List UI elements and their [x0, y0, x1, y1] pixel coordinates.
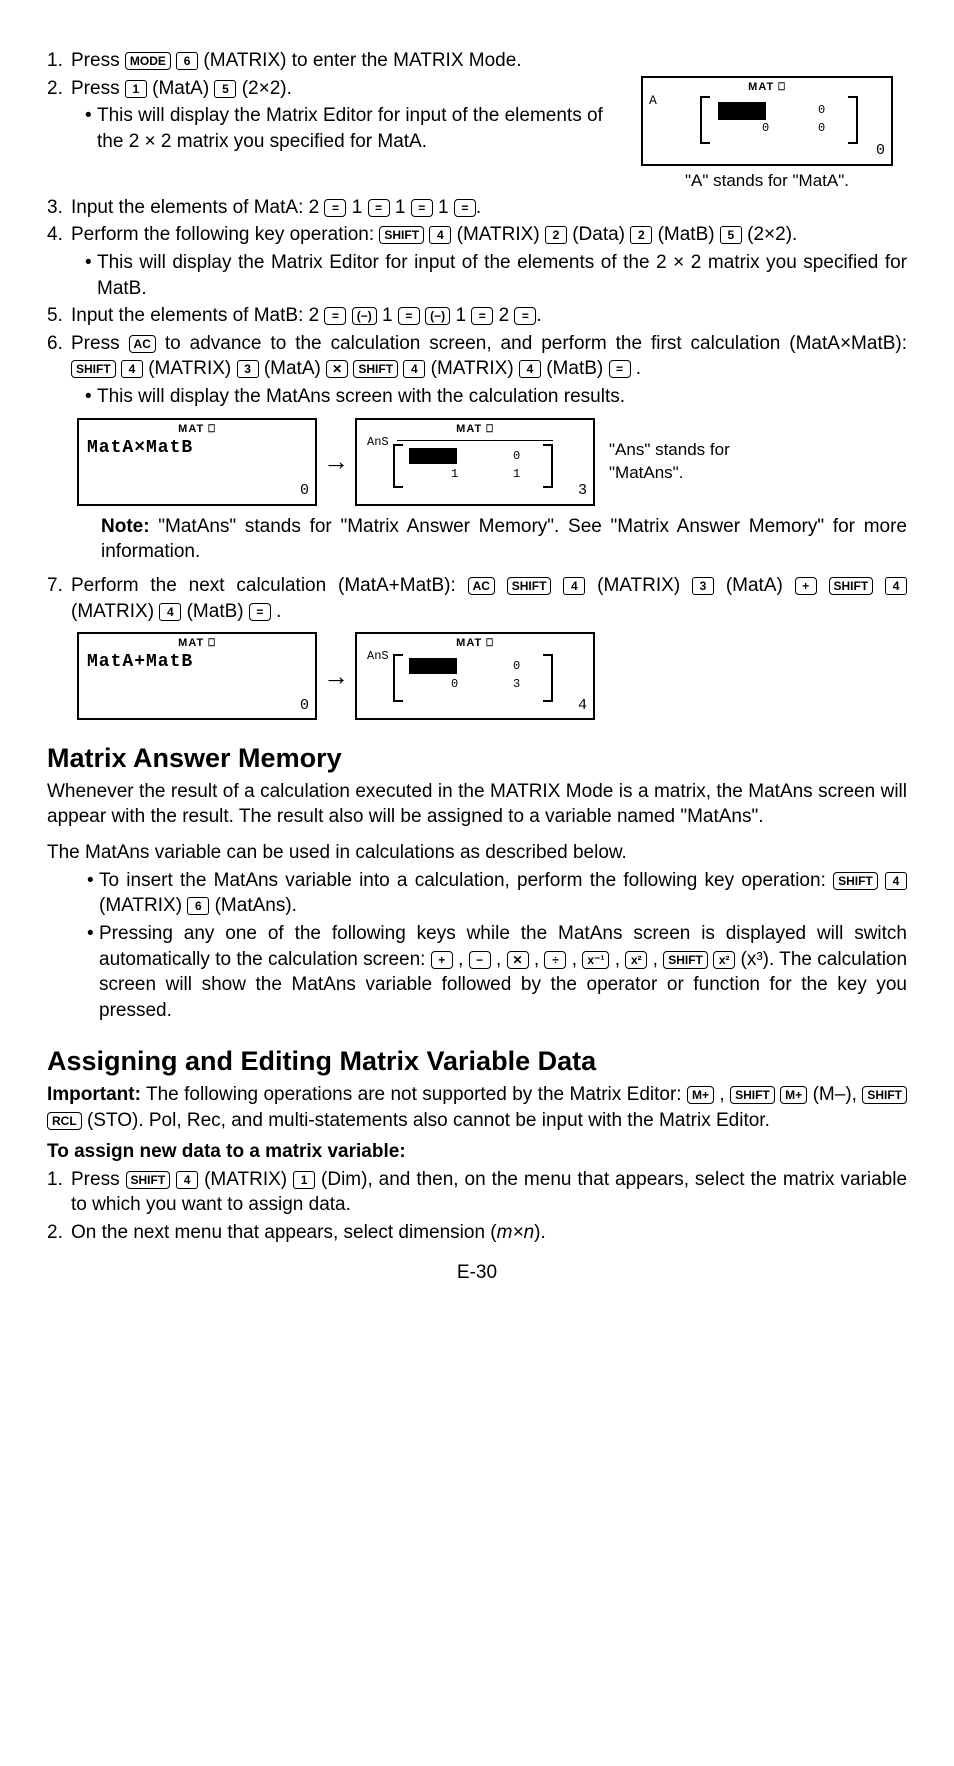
screen-ans-1: MAT ⎕ AnS 1 0 1 3 — [355, 418, 595, 506]
screens-row-2: MAT ⎕ MatA+MatB 0 → MAT ⎕ AnS 0 0 3 4 — [77, 632, 907, 720]
step-5: 5. Input the elements of MatB: 2 = (−) 1… — [47, 303, 907, 329]
key-minus: − — [469, 951, 491, 969]
screen-expr-2: MAT ⎕ MatA+MatB 0 — [77, 632, 317, 720]
key-neg: (−) — [352, 307, 377, 325]
key-div: ÷ — [544, 951, 566, 969]
screen-ans-2: MAT ⎕ AnS 0 0 3 4 — [355, 632, 595, 720]
key-shift: SHIFT — [379, 226, 424, 244]
screen-expr-1: MAT ⎕ MatA×MatB 0 — [77, 418, 317, 506]
heading-mam: Matrix Answer Memory — [47, 740, 907, 776]
step-6: 6. Press AC to advance to the calculatio… — [47, 331, 907, 410]
key-xinv: x⁻¹ — [582, 951, 609, 969]
screen-mata-editor: MAT ⎕ A 0 0 0 0 — [641, 76, 893, 166]
step-7: 7. Perform the next calculation (MatA+Ma… — [47, 573, 907, 624]
key-ac: AC — [129, 335, 156, 353]
key-eq: = — [324, 199, 346, 217]
step-3: 3. Input the elements of MatA: 2 = 1 = 1… — [47, 195, 907, 221]
key-mul: ✕ — [326, 360, 348, 378]
aem-step-2: 2. On the next menu that appears, select… — [47, 1220, 907, 1246]
key-rcl: RCL — [47, 1112, 82, 1130]
key-x2: x² — [625, 951, 647, 969]
step-2: 2. Press 1 (MatA) 5 (2×2). •This will di… — [47, 76, 907, 193]
page: 1. Press MODE 6 (MATRIX) to enter the MA… — [1, 0, 953, 1309]
step-1: 1. Press MODE 6 (MATRIX) to enter the MA… — [47, 48, 907, 74]
ans-caption: "Ans" stands for "MatAns". — [609, 439, 769, 485]
key-6: 6 — [176, 52, 198, 70]
key-1: 1 — [125, 80, 147, 98]
page-number: E-30 — [47, 1260, 907, 1286]
arrow-icon: → — [317, 659, 355, 694]
key-mode: MODE — [125, 52, 171, 70]
heading-aem: Assigning and Editing Matrix Variable Da… — [47, 1043, 907, 1079]
key-mplus: M+ — [687, 1086, 714, 1104]
arrow-icon: → — [317, 444, 355, 479]
aem-step-1: 1. Press SHIFT 4 (MATRIX) 1 (Dim), and t… — [47, 1167, 907, 1218]
key-5: 5 — [214, 80, 236, 98]
step-4: 4. Perform the following key operation: … — [47, 222, 907, 301]
key-plus: + — [795, 577, 817, 595]
subheading: To assign new data to a matrix variable: — [47, 1139, 907, 1165]
screens-row-1: MAT ⎕ MatA×MatB 0 → MAT ⎕ AnS 1 0 1 3 "A… — [77, 418, 907, 506]
screen-caption: "A" stands for "MatA". — [627, 170, 907, 193]
note: Note: "MatAns" stands for "Matrix Answer… — [101, 514, 907, 565]
